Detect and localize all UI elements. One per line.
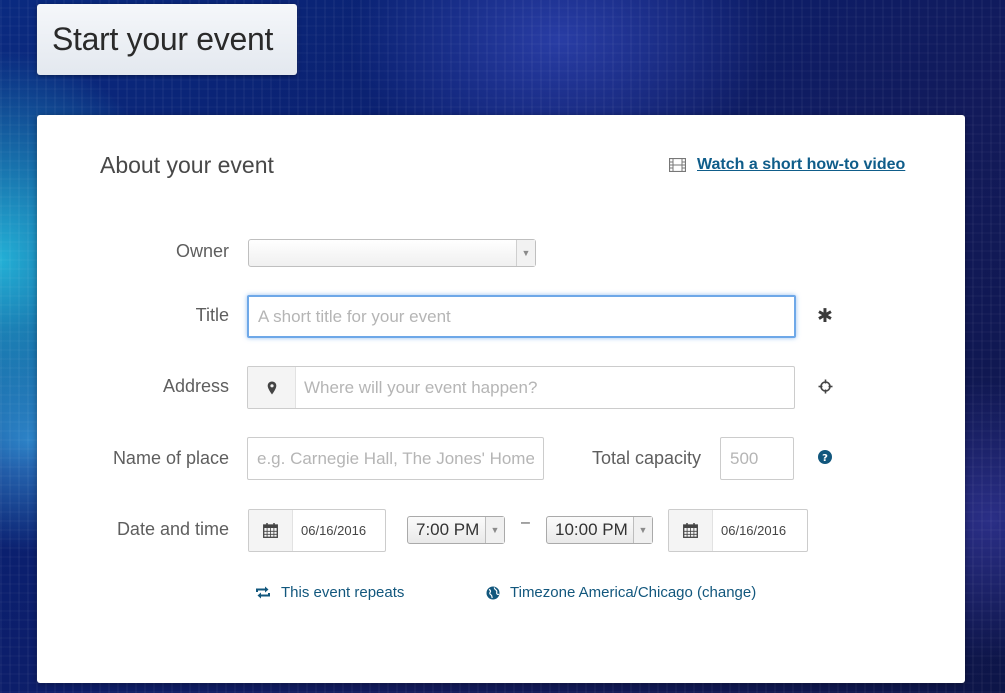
page-title: Start your event: [52, 21, 274, 57]
end-date-field[interactable]: [668, 509, 808, 552]
title-input[interactable]: [247, 295, 796, 338]
place-input[interactable]: [247, 437, 544, 480]
help-icon[interactable]: ?: [817, 449, 832, 464]
datetime-label: Date and time: [116, 519, 229, 539]
capacity-label: Total capacity: [591, 448, 701, 468]
repeat-icon: [256, 586, 270, 599]
time-separator: –: [521, 514, 530, 531]
start-time-select[interactable]: 7:00 PM ▼: [407, 516, 505, 544]
howto-video[interactable]: Watch a short how-to video: [669, 156, 905, 174]
address-input[interactable]: [296, 367, 794, 408]
calendar-icon: [669, 510, 713, 551]
end-time-select[interactable]: 10:00 PM ▼: [546, 516, 653, 544]
end-date-input[interactable]: [713, 510, 807, 551]
required-asterisk-icon: ✱: [817, 305, 833, 327]
owner-select[interactable]: ▼: [248, 239, 536, 267]
chevron-down-icon[interactable]: ▼: [633, 517, 652, 543]
address-label: Address: [162, 376, 229, 396]
start-date-input[interactable]: [293, 510, 385, 551]
title-label: Title: [195, 305, 229, 325]
owner-label: Owner: [175, 241, 229, 261]
chevron-down-icon[interactable]: ▼: [516, 240, 535, 266]
capacity-input[interactable]: [720, 437, 794, 480]
timezone-link[interactable]: Timezone America/Chicago (change): [486, 584, 756, 601]
globe-icon: [486, 586, 500, 599]
event-form-card: About your event Watch a short how-to vi…: [37, 115, 965, 683]
timezone-label[interactable]: Timezone America/Chicago (change): [510, 584, 756, 601]
repeat-event-label[interactable]: This event repeats: [281, 584, 404, 601]
film-icon: [669, 158, 686, 172]
start-date-field[interactable]: [248, 509, 386, 552]
calendar-icon: [249, 510, 293, 551]
page-title-badge: Start your event: [37, 4, 297, 75]
start-time-value: 7:00 PM: [416, 520, 480, 539]
address-field[interactable]: [247, 366, 795, 409]
section-title: About your event: [100, 152, 274, 178]
chevron-down-icon[interactable]: ▼: [485, 517, 504, 543]
howto-video-link[interactable]: Watch a short how-to video: [697, 156, 905, 174]
end-time-value: 10:00 PM: [555, 520, 628, 539]
svg-text:?: ?: [822, 453, 828, 464]
map-marker-icon: [248, 367, 296, 408]
repeat-event-link[interactable]: This event repeats: [255, 584, 404, 601]
crosshairs-icon[interactable]: [817, 378, 833, 394]
place-label: Name of place: [112, 448, 229, 468]
